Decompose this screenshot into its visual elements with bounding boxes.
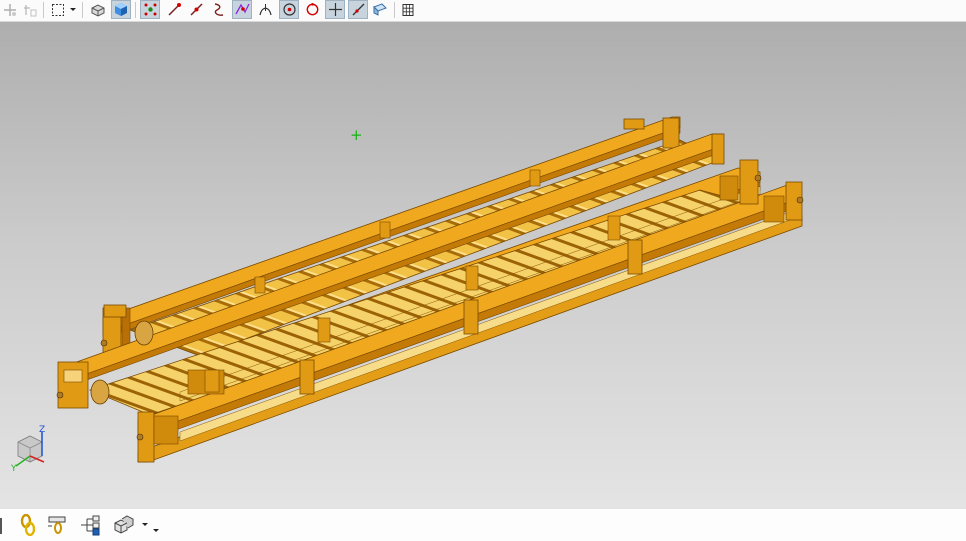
point-on-curve-icon[interactable] <box>348 0 368 19</box>
grid-icon[interactable] <box>398 0 418 19</box>
assembly-tree-icon[interactable] <box>78 513 102 537</box>
arc-center-icon[interactable] <box>279 0 299 19</box>
shaded-with-edges-icon[interactable] <box>88 0 108 19</box>
selection-dropdown-icon[interactable] <box>69 0 77 19</box>
top-toolbar <box>0 0 966 22</box>
tangent-icon[interactable] <box>255 0 275 19</box>
snap-point-icon[interactable] <box>0 0 20 19</box>
intersection-icon[interactable] <box>232 0 252 19</box>
cursor-marker: + <box>350 126 363 144</box>
shaded-cube-icon[interactable] <box>111 0 131 19</box>
add-component-icon[interactable] <box>112 513 136 537</box>
view-triad[interactable]: Z Y <box>10 424 50 474</box>
quadrant-icon[interactable] <box>302 0 322 19</box>
midpoint-icon[interactable] <box>186 0 206 19</box>
move-component-icon[interactable] <box>46 513 70 537</box>
chain-link-icon[interactable] <box>16 513 40 537</box>
point-on-face-icon[interactable] <box>370 0 390 19</box>
control-point-icon[interactable] <box>208 0 228 19</box>
snap-offset-icon[interactable] <box>20 0 40 19</box>
selection-rectangle-icon[interactable] <box>48 0 68 19</box>
endpoint-icon[interactable] <box>164 0 184 19</box>
toolbar-overflow-icon[interactable] <box>152 521 160 540</box>
triad-z-label: Z <box>39 425 46 435</box>
triad-y-label: Y <box>11 464 17 474</box>
graphics-viewport[interactable]: + Z Y <box>0 22 966 508</box>
conveyor-model <box>56 116 804 463</box>
bottom-toolbar <box>0 508 966 541</box>
snap-all-points-icon[interactable] <box>140 0 160 19</box>
existing-point-icon[interactable] <box>325 0 345 19</box>
add-component-dropdown-icon[interactable] <box>141 515 149 534</box>
toolbar-grip[interactable] <box>0 518 2 534</box>
